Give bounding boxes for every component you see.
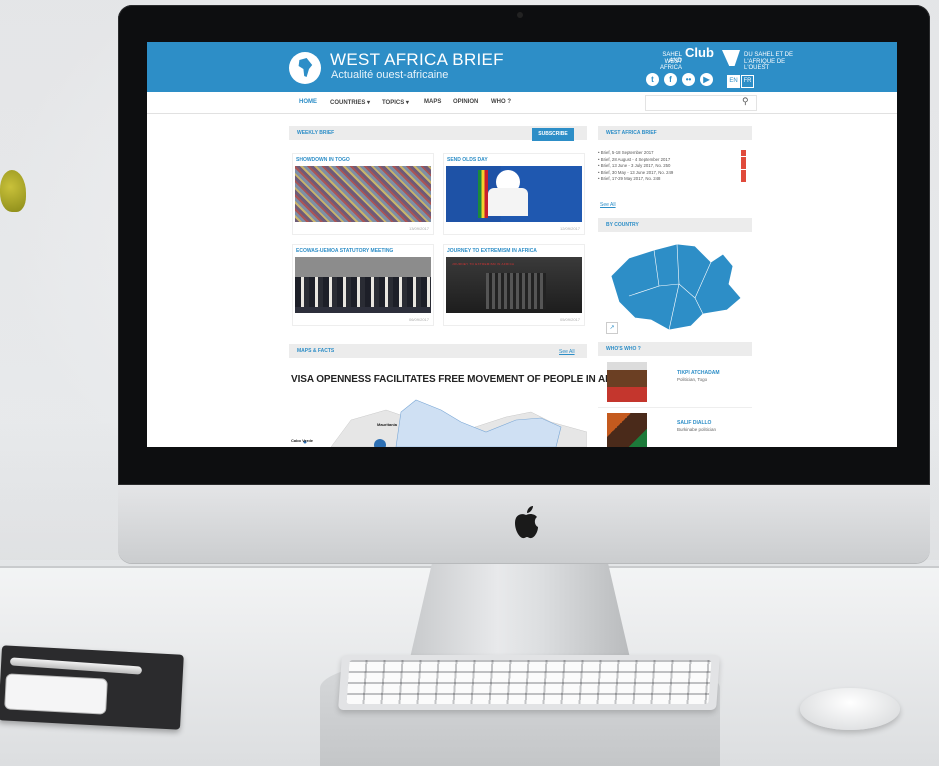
news-card[interactable]: ECOWAS-UEMOA STATUTORY MEETING 06/09/201…: [292, 244, 434, 326]
flickr-icon[interactable]: ••: [682, 73, 695, 86]
site-title[interactable]: WEST AFRICA BRIEF: [330, 50, 504, 70]
search-icon[interactable]: ⚲: [742, 96, 749, 107]
divider: [598, 407, 752, 408]
youtube-icon[interactable]: ▶: [700, 73, 713, 86]
wab-sidebar-heading: WEST AFRICA BRIEF: [598, 126, 752, 140]
nav-who[interactable]: WHO ?: [491, 99, 511, 105]
pdf-icon[interactable]: [741, 156, 746, 163]
site-header: WEST AFRICA BRIEF Actualité ouest-africa…: [147, 42, 897, 92]
pdf-icon[interactable]: [741, 176, 746, 182]
lang-fr-button[interactable]: FR: [741, 75, 754, 88]
brief-list-item[interactable]: • Brief, 13 June - 3 July 2017, No. 250: [598, 163, 752, 169]
brief-list-item[interactable]: • Brief, 17-29 May 2017, No. 248: [598, 176, 752, 182]
nav-opinion[interactable]: OPINION: [453, 99, 478, 105]
person-name[interactable]: SALIF DIALLO: [677, 420, 711, 426]
west-africa-country-map[interactable]: [599, 236, 751, 336]
maps-see-all-link[interactable]: See All: [559, 349, 575, 355]
news-card[interactable]: JOURNEY TO EXTREMISM IN AFRICA JOURNEY T…: [443, 244, 585, 326]
news-card-title[interactable]: SHOWDOWN IN TOGO: [296, 157, 350, 163]
person-photo[interactable]: [607, 413, 647, 447]
briefs-see-all-link[interactable]: See All: [600, 202, 616, 208]
news-card-title[interactable]: JOURNEY TO EXTREMISM IN AFRICA: [447, 248, 537, 254]
person-description: Burkinabe politician: [677, 427, 717, 432]
club-word: Club: [685, 45, 714, 60]
brief-list: • Brief, 5-18 September 2017 • Brief, 28…: [598, 150, 752, 183]
person-photo[interactable]: [607, 362, 647, 402]
mouse: [800, 688, 900, 730]
news-card-image[interactable]: [295, 166, 431, 222]
news-card[interactable]: SEND OLDS DAY 12/09/2017: [443, 153, 585, 235]
news-card-date: 05/09/2017: [559, 317, 580, 322]
webcam: [517, 12, 523, 18]
nav-home[interactable]: HOME: [299, 99, 317, 105]
news-card-image[interactable]: [295, 257, 431, 313]
club-text-left-2: WEST AFRICA: [659, 59, 682, 71]
person-name[interactable]: TIKPI ATCHADAM: [677, 370, 720, 376]
news-card-date: 12/09/2017: [559, 226, 580, 231]
club-text-right-1: DU SAHEL ET DE: [744, 52, 794, 58]
facebook-icon[interactable]: f: [664, 73, 677, 86]
maps-facts-heading: MAPS & FACTS: [289, 344, 587, 358]
monitor-stand: [410, 563, 630, 658]
pdf-icon[interactable]: [741, 150, 746, 156]
news-card-date: 13/09/2017: [408, 226, 429, 231]
subscribe-button[interactable]: SUBSCRIBE: [532, 128, 574, 141]
africa-logo-icon: [298, 58, 313, 77]
person-description: Politician, Togo: [677, 377, 708, 382]
search-input[interactable]: [645, 95, 757, 111]
brief-list-item[interactable]: • Brief, 28 August - 4 September 2017: [598, 156, 752, 163]
brief-link[interactable]: Brief, 13 June - 3 July 2017, No. 250: [601, 163, 671, 168]
apple-logo-icon: [515, 506, 538, 539]
site-logo[interactable]: [289, 52, 321, 84]
map-label-mauritania: Mauritania: [377, 422, 398, 427]
site-subtitle: Actualité ouest-africaine: [331, 69, 449, 81]
plant-leaf: [0, 170, 26, 212]
flag-graphic: [478, 170, 488, 218]
club-text-right-2: L'AFRIQUE DE L'OUEST: [744, 59, 786, 71]
image-caption: JOURNEY TO EXTREMISM IN AFRICA: [452, 262, 515, 266]
keyboard-keys: [346, 660, 712, 704]
nav-topics[interactable]: TOPICS ▾: [382, 99, 409, 106]
lang-en-button[interactable]: EN: [727, 75, 740, 88]
smartphone: [4, 673, 108, 715]
twitter-icon[interactable]: t: [646, 73, 659, 86]
by-country-heading: BY COUNTRY: [598, 218, 752, 232]
pdf-icon[interactable]: [741, 169, 746, 176]
nav-countries[interactable]: COUNTRIES ▾: [330, 99, 370, 106]
news-card-title[interactable]: SEND OLDS DAY: [447, 157, 488, 163]
news-card[interactable]: SHOWDOWN IN TOGO 13/09/2017: [292, 153, 434, 235]
brief-link[interactable]: Brief, 28 August - 4 September 2017: [601, 157, 671, 162]
whos-who-heading: WHO'S WHO ?: [598, 342, 752, 356]
browser-viewport: WEST AFRICA BRIEF Actualité ouest-africa…: [147, 42, 897, 447]
nav-maps[interactable]: MAPS: [424, 99, 441, 105]
brief-list-item[interactable]: • Brief, 5-18 September 2017: [598, 150, 752, 156]
expand-icon[interactable]: ↗: [606, 322, 618, 334]
brief-link[interactable]: Brief, 5-18 September 2017: [601, 150, 654, 155]
brief-link[interactable]: Brief, 17-29 May 2017, No. 248: [601, 176, 661, 181]
news-card-image[interactable]: [446, 166, 582, 222]
news-card-date: 06/09/2017: [408, 317, 429, 322]
pdf-icon[interactable]: [741, 163, 746, 169]
visa-map[interactable]: [291, 392, 587, 447]
main-nav: HOME COUNTRIES ▾ TOPICS ▾ MAPS OPINION W…: [147, 92, 897, 114]
map-label-cabo-verde: Cabo Verde: [291, 438, 314, 443]
news-card-title[interactable]: ECOWAS-UEMOA STATUTORY MEETING: [296, 248, 393, 254]
news-card-image[interactable]: JOURNEY TO EXTREMISM IN AFRICA: [446, 257, 582, 313]
visa-headline[interactable]: VISA OPENNESS FACILITATES FREE MOVEMENT …: [291, 374, 635, 385]
brief-link[interactable]: Brief, 30 May - 13 June 2017, No. 249: [601, 170, 674, 175]
brief-list-item[interactable]: • Brief, 30 May - 13 June 2017, No. 249: [598, 169, 752, 176]
club-mark-icon: [722, 50, 740, 66]
speaker-podium: [488, 188, 528, 216]
